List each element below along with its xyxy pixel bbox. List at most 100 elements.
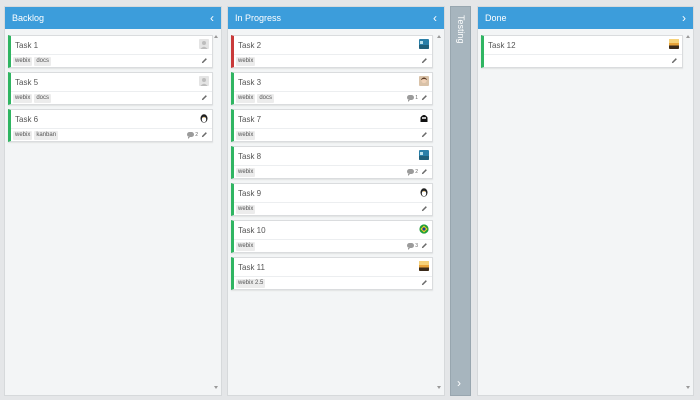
edit-pencil-icon[interactable]	[421, 131, 428, 138]
edit-pencil-icon[interactable]	[671, 57, 678, 64]
card-tag: docs	[34, 94, 52, 103]
card-footer: webix	[234, 54, 432, 68]
flag-avatar	[419, 224, 429, 234]
task-card[interactable]: Task 9 webix	[231, 183, 433, 216]
task-card[interactable]: Task 2 webix	[231, 35, 433, 68]
column-body: Task 12	[478, 29, 693, 395]
task-card[interactable]: Task 7 webix	[231, 109, 433, 142]
card-footer	[484, 54, 682, 68]
scroll-down-icon[interactable]	[437, 386, 441, 389]
column-title: Done	[485, 13, 507, 23]
column-header-done: Done ›	[478, 7, 693, 29]
card-footer: webix 3	[234, 239, 432, 253]
card-footer: webix 2	[234, 165, 432, 179]
column-done: Done › Task 12	[477, 6, 694, 396]
scroll-up-icon[interactable]	[214, 35, 218, 38]
card-tag: webix	[236, 205, 256, 214]
collapse-column-icon[interactable]: ‹	[433, 12, 437, 24]
card-tag: webix	[236, 242, 256, 251]
card-tag: webix	[236, 131, 256, 140]
skull-avatar	[419, 113, 429, 123]
task-card[interactable]: Task 10 webix 3	[231, 220, 433, 253]
card-footer: webix kanban 2	[11, 128, 212, 142]
vertical-scrollbar[interactable]	[436, 31, 444, 393]
card-tag: docs	[257, 94, 275, 103]
vertical-scrollbar[interactable]	[213, 31, 221, 393]
comment-icon	[407, 243, 415, 250]
card-title: Task 3	[238, 78, 262, 87]
edit-pencil-icon[interactable]	[421, 57, 428, 64]
sunset-avatar	[669, 39, 679, 49]
scroll-down-icon[interactable]	[214, 386, 218, 389]
card-tag: webix 2.5	[236, 279, 266, 288]
expand-column-icon[interactable]: ›	[682, 12, 686, 24]
comments-indicator[interactable]: 3	[407, 242, 418, 250]
edit-pencil-icon[interactable]	[421, 168, 428, 175]
column-header-backlog: Backlog ‹	[5, 7, 221, 29]
column-title: In Progress	[235, 13, 282, 23]
column-testing-collapsed[interactable]: Testing ›	[450, 6, 471, 396]
column-body: Task 2 webix Task 3 webix docs 1 Task 7 …	[228, 29, 444, 395]
comments-indicator[interactable]: 2	[407, 168, 418, 176]
generic-user-icon	[199, 39, 209, 49]
person-avatar	[419, 76, 429, 86]
penguin-avatar	[199, 113, 209, 123]
comments-indicator[interactable]: 1	[407, 94, 418, 102]
column-title: Backlog	[12, 13, 45, 23]
task-card[interactable]: Task 5 webix docs	[8, 72, 213, 105]
edit-pencil-icon[interactable]	[201, 57, 208, 64]
vertical-scrollbar[interactable]	[685, 31, 693, 393]
column-header-in-progress: In Progress ‹	[228, 7, 444, 29]
edit-pencil-icon[interactable]	[201, 131, 208, 138]
scroll-down-icon[interactable]	[686, 386, 690, 389]
edit-pencil-icon[interactable]	[421, 279, 428, 286]
edit-pencil-icon[interactable]	[421, 94, 428, 101]
comment-count: 2	[415, 168, 418, 175]
card-tag: webix	[236, 57, 256, 66]
task-card[interactable]: Task 8 webix 2	[231, 146, 433, 179]
card-footer: webix docs	[11, 91, 212, 105]
card-title: Task 7	[238, 115, 262, 124]
comment-icon	[407, 169, 415, 176]
comments-indicator[interactable]: 2	[187, 131, 198, 139]
task-card[interactable]: Task 3 webix docs 1	[231, 72, 433, 105]
scroll-up-icon[interactable]	[437, 35, 441, 38]
card-tag: webix	[13, 131, 33, 140]
card-title: Task 2	[238, 41, 262, 50]
card-tag: kanban	[34, 131, 59, 140]
card-tag: webix	[13, 57, 33, 66]
card-footer: webix docs	[11, 54, 212, 68]
task-card[interactable]: Task 12	[481, 35, 683, 68]
column-in-progress: In Progress ‹ Task 2 webix Task 3 webix d…	[227, 6, 445, 396]
task-card[interactable]: Task 6 webix kanban 2	[8, 109, 213, 142]
card-footer: webix	[234, 202, 432, 216]
card-title: Task 8	[238, 152, 262, 161]
sunset-avatar	[419, 261, 429, 271]
card-title: Task 9	[238, 189, 262, 198]
landscape-avatar	[419, 39, 429, 49]
penguin-avatar	[419, 187, 429, 197]
card-footer: webix docs 1	[234, 91, 432, 105]
card-title: Task 1	[15, 41, 39, 50]
expand-column-icon[interactable]: ›	[457, 377, 461, 389]
card-title: Task 11	[238, 263, 265, 272]
comment-count: 3	[415, 242, 418, 249]
task-card[interactable]: Task 1 webix docs	[8, 35, 213, 68]
scroll-up-icon[interactable]	[686, 35, 690, 38]
comment-icon	[187, 132, 195, 139]
card-tag: webix	[236, 168, 256, 177]
task-card[interactable]: Task 11 webix 2.5	[231, 257, 433, 290]
edit-pencil-icon[interactable]	[421, 242, 428, 249]
card-tag: webix	[236, 94, 256, 103]
collapse-column-icon[interactable]: ‹	[210, 12, 214, 24]
card-tag: docs	[34, 57, 52, 66]
card-title: Task 5	[15, 78, 39, 87]
edit-pencil-icon[interactable]	[201, 94, 208, 101]
column-title: Testing	[456, 15, 466, 44]
card-tag: webix	[13, 94, 33, 103]
column-body: Task 1 webix docs Task 5 webix docs Task…	[5, 29, 221, 395]
edit-pencil-icon[interactable]	[421, 205, 428, 212]
comment-icon	[407, 95, 415, 102]
comment-count: 2	[195, 131, 198, 138]
comment-count: 1	[415, 94, 418, 101]
